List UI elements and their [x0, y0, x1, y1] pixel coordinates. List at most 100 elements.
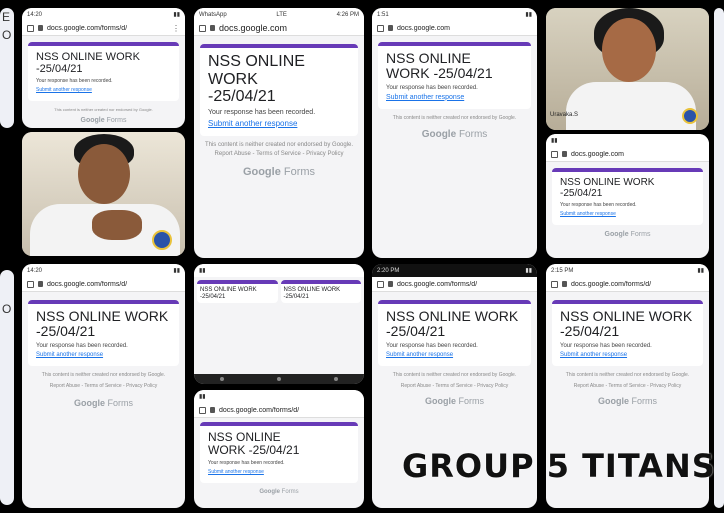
nss-badge-icon: [152, 230, 172, 250]
form-title-line1: NSS ONLINE WORK: [208, 53, 305, 88]
edge-letter: E: [2, 10, 11, 24]
response-message: Your response has been recorded.: [36, 78, 113, 85]
address-bar[interactable]: docs.google.com/forms/d/ ⋮: [22, 21, 185, 36]
form-title-line2: -25/04/21: [208, 88, 276, 106]
response-message: Your response has been recorded.: [208, 108, 316, 116]
face: [78, 144, 130, 204]
google-forms-logo: Google Forms: [604, 231, 651, 238]
participant-photo-boy: [22, 132, 185, 256]
lock-icon: [210, 407, 215, 413]
disclaimer-text: This content is neither created nor endo…: [204, 141, 354, 148]
form-title-line1: NSS ONLINE WORK: [200, 287, 257, 293]
form-card: NSS ONLINE WORK -25/04/21 Your response …: [552, 300, 703, 366]
participant-name: Uravaka.S: [550, 112, 579, 118]
url-text[interactable]: docs.google.com/forms/d/: [47, 25, 168, 32]
response-message: Your response has been recorded.: [36, 342, 128, 349]
screenshot-tile-7: ▮▮ docs.google.com/forms/d/ NSS ONLINE W…: [194, 390, 364, 508]
form-title-line1: NSS ONLINE: [386, 50, 471, 66]
form-title-line2: -25/04/21: [36, 63, 83, 76]
submit-another-link[interactable]: Submit another response: [208, 469, 350, 475]
home-icon[interactable]: [27, 280, 34, 288]
screenshot-tile-5: 14:20 ▮▮ docs.google.com/forms/d/ NSS ONL…: [22, 264, 185, 508]
form-card: NSS ONLINE WORK -25/04/21 Your response …: [28, 300, 179, 366]
form-card: NSS ONLINE WORK -25/04/21 Your response …: [28, 42, 179, 102]
screenshot-tile-6: ▮▮ NSS ONLINE WORK -25/04/21 NSS ONLINE …: [194, 264, 364, 384]
form-card: NSS ONLINE WORK -25/04/21: [197, 280, 278, 304]
address-bar[interactable]: docs.google.com/forms/d/: [194, 403, 364, 418]
shirt: [566, 82, 696, 130]
form-title-line2: -25/04/21: [386, 323, 446, 340]
form-card: NSS ONLINE WORK -25/04/21: [280, 280, 361, 304]
status-bar: ▮▮: [194, 390, 364, 403]
home-icon[interactable]: [377, 280, 384, 288]
group-name-label: GROUP 5 TITANS: [402, 447, 716, 485]
address-bar[interactable]: docs.google.com: [546, 147, 709, 162]
submit-another-link[interactable]: Submit another response: [208, 119, 350, 128]
form-title-line2: WORK -25/04/21: [386, 65, 493, 82]
lock-icon: [38, 25, 43, 31]
back-icon[interactable]: [220, 377, 225, 381]
address-bar[interactable]: docs.google.com: [372, 21, 537, 36]
split-screen: NSS ONLINE WORK -25/04/21 NSS ONLINE WOR…: [194, 277, 364, 306]
url-text[interactable]: docs.google.com/forms/d/: [571, 281, 704, 288]
response-message: Your response has been recorded.: [208, 460, 285, 467]
footer-links[interactable]: Report Abuse - Terms of Service - Privac…: [194, 151, 364, 159]
home-icon[interactable]: [27, 24, 34, 32]
home-icon[interactable]: [377, 24, 384, 32]
system-nav-bar[interactable]: [194, 374, 364, 384]
form-title-line1: NSS ONLINE WORK: [283, 287, 341, 293]
form-title-line2: WORK -25/04/21: [208, 443, 300, 458]
status-bar: 14:20 ▮▮: [22, 264, 185, 277]
url-text[interactable]: docs.google.com/forms/d/: [397, 281, 532, 288]
submit-another-link[interactable]: Submit another response: [36, 352, 171, 358]
home-icon[interactable]: [551, 150, 558, 158]
url-text[interactable]: docs.google.com/forms/d/: [47, 281, 180, 288]
form-card: NSS ONLINE WORK -25/04/21 Your response …: [378, 300, 531, 366]
submit-another-link[interactable]: Submit another response: [386, 352, 523, 358]
participant-photo-girl: Uravaka.S: [546, 8, 709, 130]
form-title-line2: -25/04/21: [560, 188, 603, 199]
recents-icon[interactable]: [333, 377, 338, 381]
form-card: NSS ONLINE WORK -25/04/21 Your response …: [378, 42, 531, 109]
left-edge-tile-bottom: O: [0, 270, 14, 505]
url-text[interactable]: docs.google.com: [219, 23, 359, 33]
address-bar[interactable]: docs.google.com/forms/d/: [22, 277, 185, 292]
home-icon[interactable]: [199, 406, 206, 414]
home-nav-icon[interactable]: [276, 377, 281, 381]
status-bar: 1:51 ▮▮: [372, 8, 537, 21]
status-bar: 2:15 PM ▮▮: [546, 264, 709, 277]
footer-links[interactable]: Report Abuse - Terms of Service - Privac…: [22, 383, 185, 390]
submit-another-link[interactable]: Submit another response: [560, 352, 695, 358]
screenshot-tile-2: WhatsApp LTE 4:26 PM docs.google.com NSS O…: [194, 8, 364, 258]
footer-links[interactable]: Report Abuse - Terms of Service - Privac…: [372, 383, 537, 390]
edge-letter: O: [2, 302, 12, 316]
address-bar[interactable]: docs.google.com/forms/d/: [546, 277, 709, 292]
submit-another-link[interactable]: Submit another response: [386, 94, 523, 101]
response-message: Your response has been recorded.: [386, 84, 478, 91]
status-bar: 2:20 PM ▮▮: [372, 264, 537, 277]
home-icon[interactable]: [199, 24, 206, 32]
screenshot-tile-1: 14:20 ▮▮ docs.google.com/forms/d/ ⋮ NSS O…: [22, 8, 185, 128]
url-text[interactable]: docs.google.com: [397, 25, 532, 32]
screenshot-tile-3: 1:51 ▮▮ docs.google.com NSS ONLINE WORK -…: [372, 8, 537, 258]
google-forms-logo: Google Forms: [259, 489, 299, 496]
lock-icon: [562, 151, 567, 157]
left-edge-tile-top: E O: [0, 8, 14, 128]
form-title-line2: -25/04/21: [560, 323, 620, 340]
status-bar: ▮▮: [194, 264, 364, 277]
google-forms-logo: Google Forms: [242, 166, 316, 179]
form-title-line2: -25/04/21: [200, 293, 226, 300]
footer-links[interactable]: Report Abuse - Terms of Service - Privac…: [546, 383, 709, 390]
url-text[interactable]: docs.google.com: [571, 151, 704, 158]
lock-icon: [388, 281, 393, 287]
address-bar[interactable]: docs.google.com: [194, 21, 364, 36]
url-text[interactable]: docs.google.com/forms/d/: [219, 407, 359, 414]
address-bar[interactable]: docs.google.com/forms/d/: [372, 277, 537, 292]
submit-another-link[interactable]: Submit another response: [36, 87, 171, 93]
home-icon[interactable]: [551, 280, 558, 288]
disclaimer-text: This content is neither created nor endo…: [392, 371, 517, 378]
submit-another-link[interactable]: Submit another response: [560, 211, 695, 217]
form-card: NSS ONLINE WORK -25/04/21 Your response …: [200, 44, 358, 136]
lock-icon: [38, 281, 43, 287]
menu-icon[interactable]: ⋮: [172, 24, 180, 33]
